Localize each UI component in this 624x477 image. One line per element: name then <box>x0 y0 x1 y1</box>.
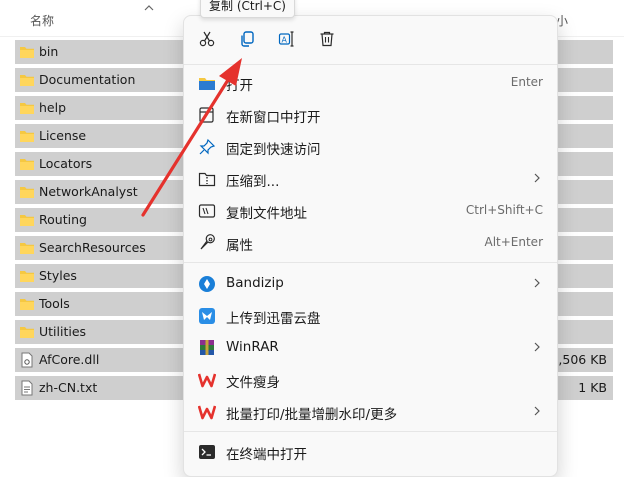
file-name: SearchResources <box>39 240 146 255</box>
cut-icon <box>199 31 215 47</box>
file-name: License <box>39 128 87 143</box>
chevron-right-icon <box>534 278 540 288</box>
wps-icon <box>198 373 216 388</box>
menu-item-compress-to[interactable]: 压缩到... <box>188 162 553 194</box>
rename-button[interactable]: A <box>272 24 302 54</box>
open-folder-icon <box>199 78 215 90</box>
folder-icon <box>20 103 34 114</box>
sort-ascending-icon <box>144 5 154 11</box>
compress-icon <box>198 172 216 187</box>
menu-item-bandizip[interactable]: Bandizip <box>188 267 553 299</box>
bandizip-icon <box>199 276 215 292</box>
menu-separator <box>184 64 557 65</box>
text-file-icon <box>21 380 33 396</box>
menu-separator <box>184 431 557 432</box>
properties-icon <box>200 234 215 250</box>
folder-icon <box>20 271 34 282</box>
menu-item-open-new-window[interactable]: 在新窗口中打开 <box>188 98 553 130</box>
new-window-icon <box>199 107 214 123</box>
copy-path-icon <box>198 204 216 218</box>
chevron-right-icon <box>534 342 540 352</box>
folder-icon <box>20 75 34 86</box>
file-name: Locators <box>39 156 93 171</box>
folder-icon <box>20 215 34 226</box>
menu-item-file-slimming[interactable]: 文件瘦身 <box>188 363 553 395</box>
cut-button[interactable] <box>192 24 222 54</box>
menu-item-properties[interactable]: 属性 Alt+Enter <box>188 226 553 258</box>
menu-item-pin-quick-access[interactable]: 固定到快速访问 <box>188 130 553 162</box>
rename-icon: A <box>278 31 294 47</box>
column-header-name[interactable]: 名称 <box>30 12 54 29</box>
folder-icon <box>20 243 34 254</box>
menu-item-upload-xunlei[interactable]: 上传到迅雷云盘 <box>188 299 553 331</box>
folder-icon <box>20 131 34 142</box>
xunlei-icon <box>199 308 215 324</box>
terminal-icon <box>199 445 215 459</box>
menu-item-copy-file-path[interactable]: 复制文件地址 Ctrl+Shift+C <box>188 194 553 226</box>
svg-text:A: A <box>282 36 288 45</box>
menu-item-open[interactable]: 打开 Enter <box>188 66 553 98</box>
copy-tooltip: 复制 (Ctrl+C) <box>200 0 295 18</box>
menu-item-batch-print-watermark[interactable]: 批量打印/批量增删水印/更多 <box>188 395 553 427</box>
file-name: Tools <box>39 296 70 311</box>
chevron-right-icon <box>534 173 540 183</box>
file-name: bin <box>39 44 59 59</box>
file-name: Documentation <box>39 72 136 87</box>
file-name: zh-CN.txt <box>39 380 98 395</box>
folder-icon <box>20 299 34 310</box>
folder-icon <box>20 327 34 338</box>
folder-icon <box>20 187 34 198</box>
file-name: NetworkAnalyst <box>39 184 138 199</box>
folder-icon <box>20 47 34 58</box>
file-size: 1 KB <box>578 380 607 395</box>
folder-icon <box>20 159 34 170</box>
dll-file-icon <box>21 352 33 368</box>
file-name: help <box>39 100 67 115</box>
delete-button[interactable] <box>312 24 342 54</box>
chevron-right-icon <box>534 406 540 416</box>
delete-icon <box>320 31 334 47</box>
winrar-icon <box>200 340 214 355</box>
file-size: 2,506 KB <box>550 352 607 367</box>
wps-icon <box>198 405 216 420</box>
file-name: Utilities <box>39 324 87 339</box>
pin-icon <box>199 138 216 155</box>
context-menu-quick-actions: A <box>184 16 557 64</box>
menu-item-winrar[interactable]: WinRAR <box>188 331 553 363</box>
file-name: Styles <box>39 268 77 283</box>
menu-separator <box>184 262 557 263</box>
context-menu: A 打开 Enter 在新窗口中打开 固定到快速访问 压缩到... 复制文件地址… <box>183 15 558 477</box>
file-name: Routing <box>39 212 87 227</box>
copy-icon <box>241 31 254 47</box>
file-name: AfCore.dll <box>39 352 100 367</box>
menu-item-open-in-terminal[interactable]: 在终端中打开 <box>188 435 553 467</box>
copy-button[interactable] <box>232 24 262 54</box>
